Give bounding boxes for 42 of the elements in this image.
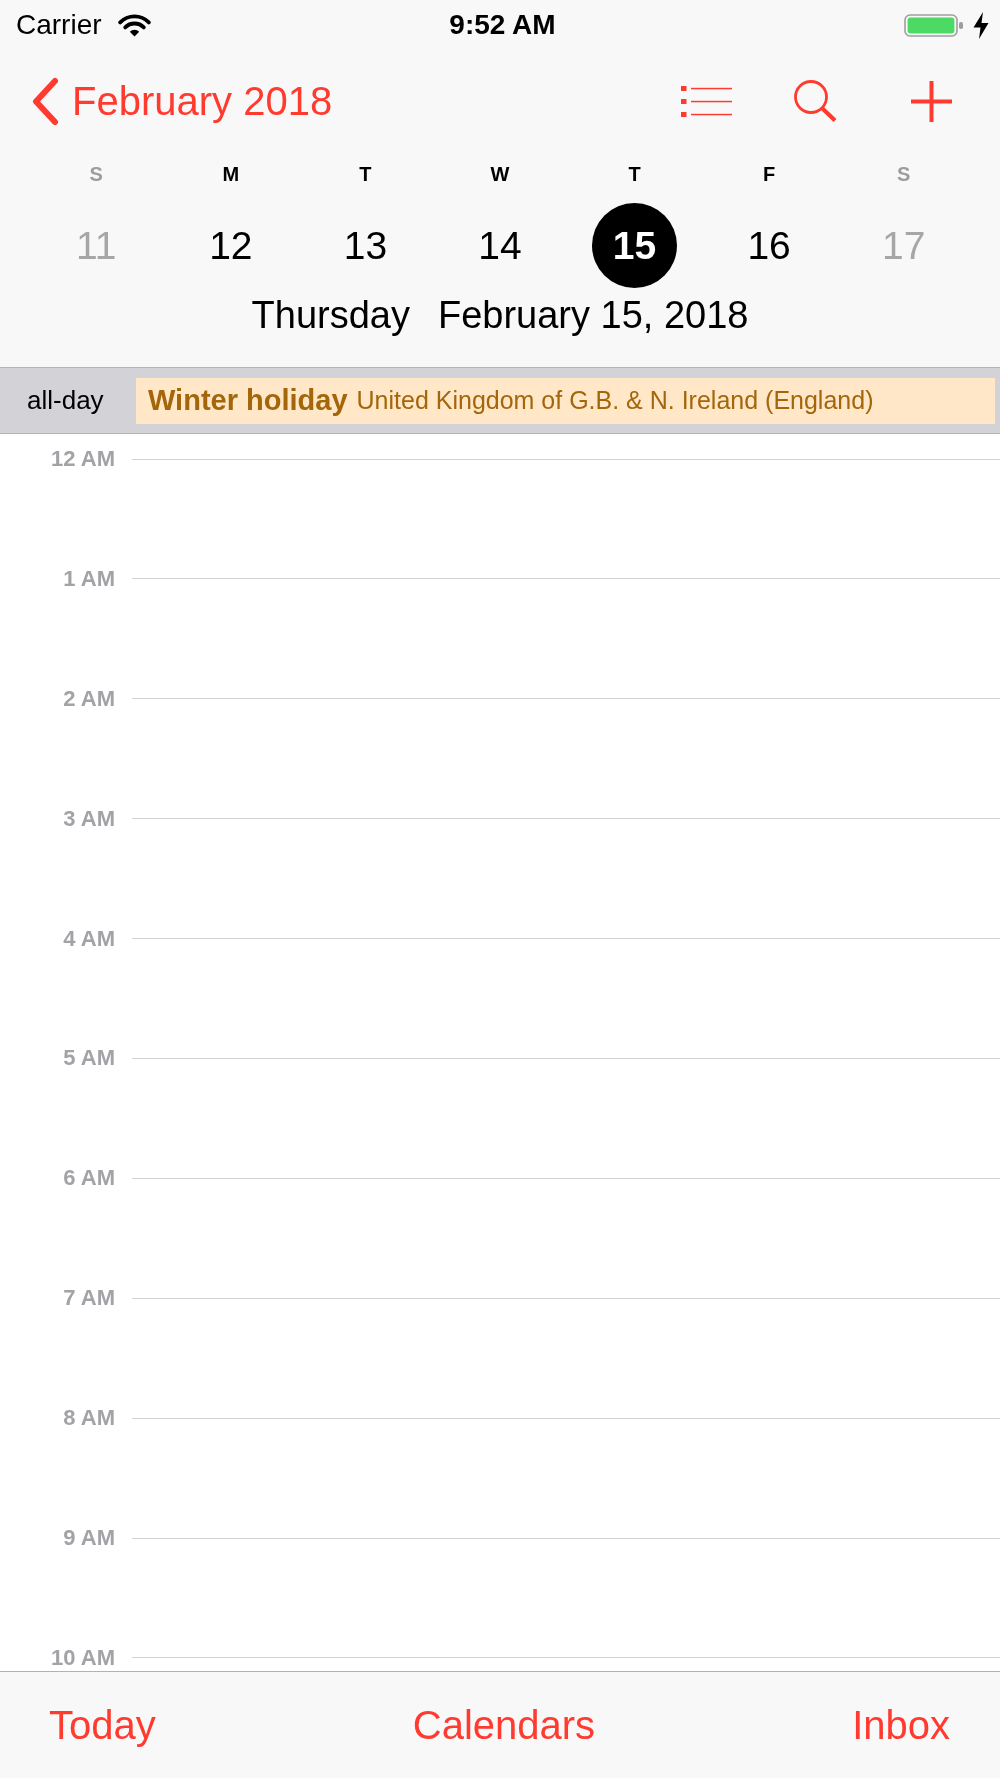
weekday-letter: T xyxy=(359,163,372,185)
day-number[interactable]: 13 xyxy=(322,203,408,288)
hour-label: 12 AM xyxy=(50,447,115,471)
day-number[interactable]: 15 xyxy=(592,203,678,288)
all-day-label: all-day xyxy=(27,385,105,416)
wifi-icon xyxy=(117,13,151,37)
hour-label: 1 AM xyxy=(62,566,115,591)
chevron-left-icon xyxy=(30,76,60,126)
plus-icon[interactable] xyxy=(911,80,952,122)
all-day-event[interactable]: Winter holiday United Kingdom of G.B. & N. Ireland (England) xyxy=(136,377,995,424)
hour-label: 6 AM xyxy=(62,1166,115,1191)
hour-label: 10 AM xyxy=(50,1645,115,1670)
calendars-button[interactable]: Calendars xyxy=(412,1702,596,1748)
hour-label: 3 AM xyxy=(62,806,115,831)
day-number[interactable]: 12 xyxy=(188,203,274,288)
charging-bolt-icon xyxy=(973,11,989,39)
weekday-letter: W xyxy=(490,163,510,185)
weekday-letter: F xyxy=(763,163,776,185)
hour-label: 9 AM xyxy=(62,1526,115,1550)
selected-weekday: Thursday xyxy=(251,293,410,337)
inbox-button[interactable]: Inbox xyxy=(852,1702,950,1748)
battery-icon xyxy=(904,13,964,37)
status-time: 9:52 AM xyxy=(449,9,556,41)
today-button[interactable]: Today xyxy=(49,1702,156,1748)
day-number[interactable]: 16 xyxy=(726,203,812,288)
day-number[interactable]: 14 xyxy=(457,203,543,288)
hour-label: 5 AM xyxy=(62,1046,115,1071)
weekday-letter: S xyxy=(897,163,911,185)
hour-label: 2 AM xyxy=(62,686,115,711)
hour-label: 8 AM xyxy=(62,1406,115,1431)
hour-label: 4 AM xyxy=(62,926,115,951)
weekday-letter: T xyxy=(628,163,641,185)
search-icon[interactable] xyxy=(794,80,837,122)
back-button[interactable]: February 2018 xyxy=(30,76,333,126)
hour-label: 7 AM xyxy=(62,1286,115,1311)
carrier-label: Carrier xyxy=(16,9,102,41)
selected-date: February 15, 2018 xyxy=(437,293,749,337)
weekday-letter: M xyxy=(222,163,240,185)
list-icon[interactable] xyxy=(681,85,732,117)
day-number[interactable]: 11 xyxy=(53,203,139,288)
weekday-letter: S xyxy=(89,163,103,185)
day-number[interactable]: 17 xyxy=(861,203,947,288)
